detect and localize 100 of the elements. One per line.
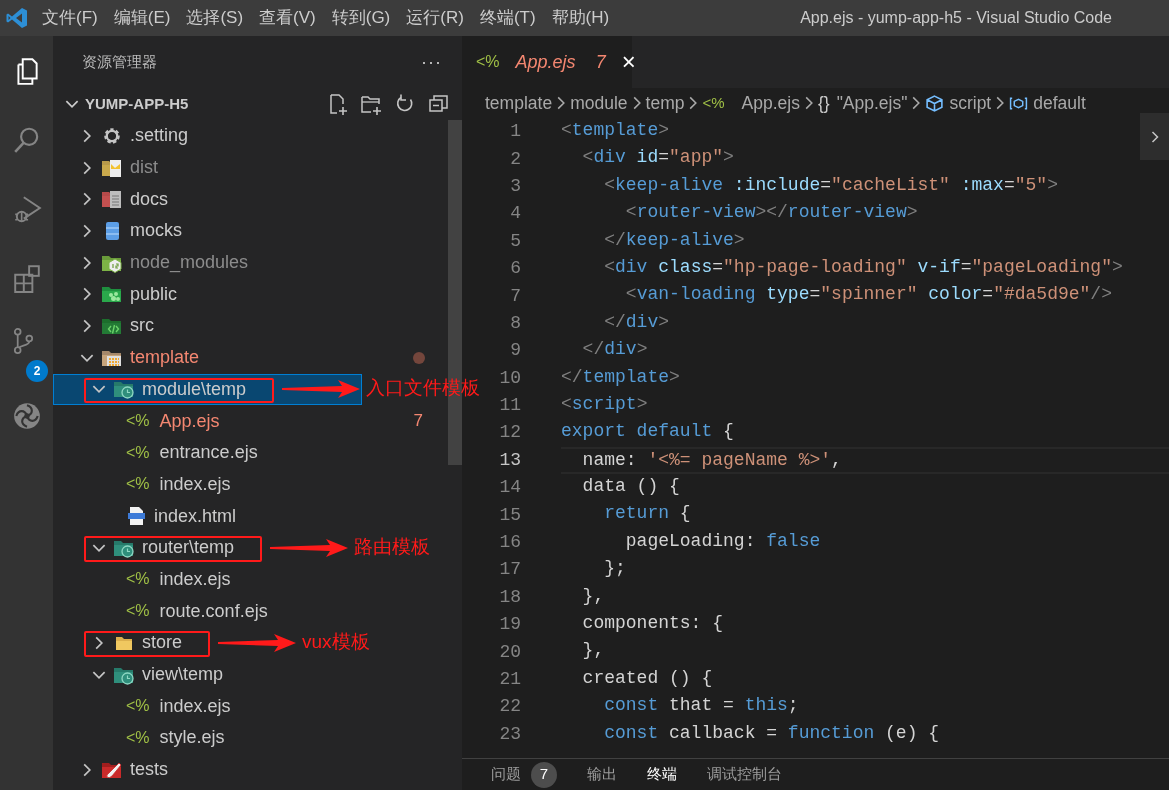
tree-item[interactable]: <% index.ejs [53, 690, 448, 723]
breadcrumb-item[interactable]: default [1009, 89, 1086, 117]
line-number: 23 [499, 723, 521, 744]
code-line: created () { [581, 666, 713, 690]
extensions-icon[interactable] [11, 262, 42, 293]
folder-icon [100, 188, 124, 211]
code-line: const callback = function (e) { [603, 721, 940, 745]
breadcrumb-item[interactable]: module [570, 89, 628, 117]
line-number: 18 [499, 586, 521, 607]
line-number: 6 [510, 258, 521, 279]
menu-item[interactable]: 查看(V) [251, 0, 324, 36]
count-badge: 7 [531, 761, 557, 788]
tree-item[interactable]: <% App.ejs 7 [53, 405, 448, 437]
code-line: </div> [603, 310, 670, 334]
tree-item[interactable]: .setting [53, 120, 448, 152]
breadcrumb-item[interactable]: <% App.ejs [702, 89, 800, 117]
count-badge: 2 [26, 360, 48, 382]
menu-item[interactable]: 终端(T) [471, 0, 544, 36]
line-number: 7 [510, 285, 521, 306]
annotation-label: 入口文件模板 [366, 378, 481, 398]
code-line: }, [581, 639, 605, 663]
code-line: <div class="hp-page-loading" v-if="pageLoading"> [603, 255, 1123, 279]
tree-item[interactable]: view\temp [53, 658, 448, 691]
line-number: 3 [510, 175, 521, 196]
tree-item[interactable]: tests [53, 753, 448, 786]
line-number: 1 [510, 121, 521, 142]
collapse-all-icon[interactable] [428, 93, 450, 115]
annotation-label: 路由模板 [354, 536, 431, 556]
panel-title: 资源管理器 [82, 51, 157, 72]
tree-item[interactable]: <% route.conf.ejs [53, 595, 448, 627]
menu-item[interactable]: 转到(G) [323, 0, 399, 36]
window-title: App.ejs - yump-app-h5 - Visual Studio Code [800, 8, 1112, 28]
line-number: 17 [499, 559, 521, 580]
tree-item[interactable]: dist [53, 151, 448, 184]
line-number: 19 [499, 614, 521, 635]
code-line: const that = this; [603, 694, 799, 718]
menu-item[interactable]: 编辑(E) [105, 0, 179, 36]
panel-tab[interactable]: 调试控制台 [707, 763, 782, 786]
code-line: components: { [581, 612, 724, 636]
code-line: <div id="app"> [581, 146, 734, 170]
code-line: <template> [561, 119, 670, 142]
code-line: return { [603, 502, 691, 526]
line-number: 22 [499, 696, 521, 717]
cube-icon [925, 93, 945, 113]
code-line: name: '<%= pageName %>', [561, 446, 1169, 475]
code-line: </div> [581, 338, 648, 362]
tree-item[interactable]: <% entrance.ejs [53, 436, 448, 469]
tree-item[interactable]: router\temp [53, 531, 351, 564]
breadcrumb-item[interactable]: script [925, 89, 992, 117]
tree-item[interactable]: store [53, 627, 299, 659]
line-number: 14 [499, 477, 521, 498]
line-number: 21 [499, 669, 521, 689]
code-line: pageLoading: false [624, 529, 821, 553]
section-title[interactable]: YUMP-APP-H5 [85, 92, 189, 116]
line-number: 12 [499, 422, 521, 443]
tree-item[interactable]: template [53, 341, 448, 374]
tree-item[interactable]: docs [53, 183, 448, 216]
line-number: 16 [499, 532, 521, 553]
more-actions-button[interactable]: ··· [421, 48, 442, 76]
code-line: <router-view></router-view> [624, 201, 918, 225]
code-line: }, [581, 584, 605, 608]
line-number: 11 [499, 395, 521, 416]
tree-item[interactable]: mocks [53, 215, 448, 247]
code-line: data () { [581, 475, 680, 499]
panel-tab[interactable]: 问题 7 [491, 761, 557, 788]
menu-item[interactable]: 运行(R) [398, 0, 472, 36]
panel-tab[interactable]: 终端 [647, 763, 677, 786]
line-number: 9 [510, 340, 521, 361]
tree-item[interactable]: <% style.ejs [53, 722, 448, 754]
annotation-label: vux模板 [302, 631, 370, 651]
code-line: </keep-alive> [603, 228, 745, 252]
line-number: 13 [499, 449, 521, 470]
tree-item[interactable]: <% index.ejs [53, 468, 448, 501]
breadcrumb-item[interactable]: template [485, 89, 553, 117]
tree-item[interactable]: node_modules [53, 246, 448, 279]
menu-item[interactable]: 帮助(H) [543, 0, 618, 36]
code-line: <van-loading type="spinner" color="#da5d9e"/> [624, 283, 1112, 307]
line-number: 10 [499, 367, 521, 388]
tree-item[interactable]: <% index.ejs [53, 563, 448, 596]
menu-item[interactable]: 文件(F) [34, 0, 106, 36]
menu-item[interactable]: 选择(S) [178, 0, 252, 36]
tree-item[interactable]: src [53, 310, 448, 342]
code-line: <keep-alive :include="cacheList" :max="5"> [603, 173, 1058, 197]
spiral-icon[interactable] [11, 400, 42, 431]
panel-tab[interactable]: 输出 [587, 763, 617, 786]
editor-tab[interactable]: <% App.ejs 7 × [462, 36, 632, 88]
line-number: 15 [499, 504, 521, 525]
problem-count: 7 [413, 410, 423, 433]
line-number: 20 [499, 641, 521, 662]
line-number: 5 [510, 230, 521, 251]
breadcrumb-item[interactable]: temp [645, 89, 685, 117]
line-number: 2 [510, 148, 521, 169]
tree-item[interactable]: public [53, 278, 448, 311]
line-number: 8 [510, 312, 521, 333]
new-folder-icon[interactable] [360, 93, 382, 115]
code-line: }; [603, 557, 626, 581]
breadcrumb-item[interactable]: {} "App.ejs" [817, 89, 908, 117]
code-line: <script> [561, 392, 648, 416]
tree-item[interactable]: index.html [53, 500, 448, 532]
code-line: export default { [561, 420, 734, 444]
